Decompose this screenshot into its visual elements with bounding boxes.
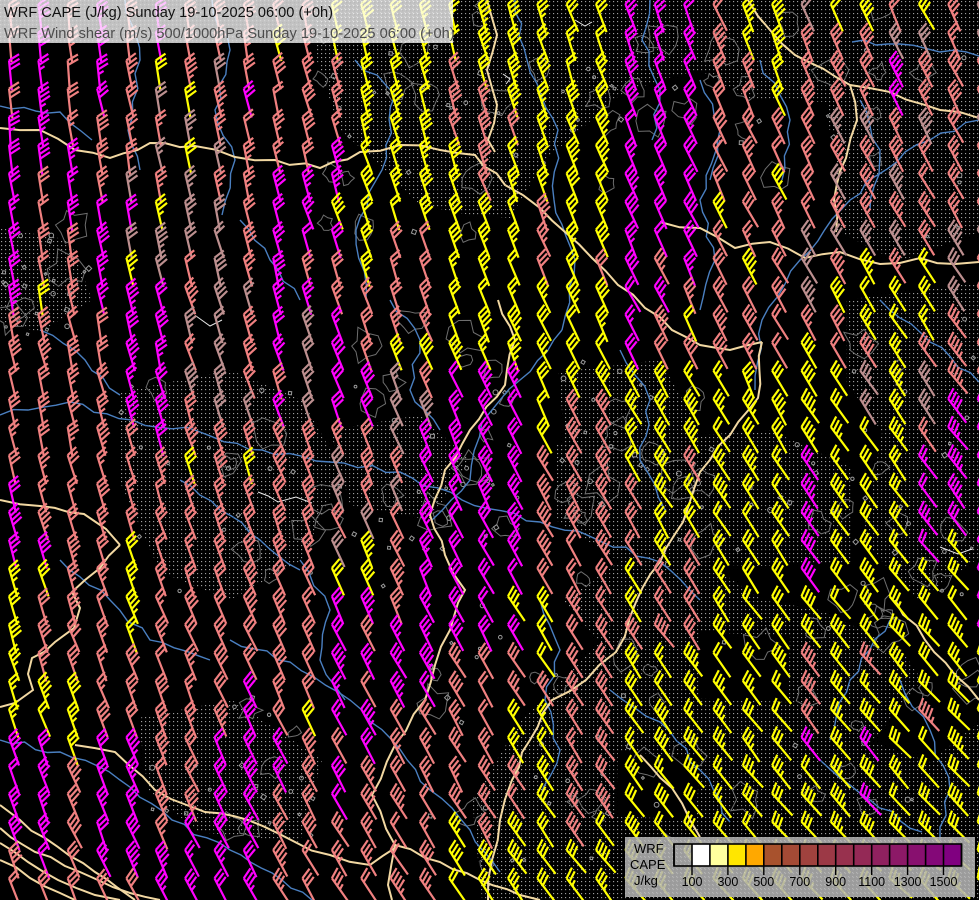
- svg-text:J/kg: J/kg: [634, 873, 658, 888]
- svg-text:CAPE: CAPE: [630, 857, 666, 872]
- svg-text:900: 900: [825, 875, 846, 889]
- svg-text:WRF CAPE (J/kg) Sunday 19-10-2: WRF CAPE (J/kg) Sunday 19-10-2025 06:00 …: [4, 5, 333, 21]
- svg-text:1500: 1500: [930, 875, 958, 889]
- svg-text:1100: 1100: [858, 875, 885, 889]
- svg-text:700: 700: [789, 875, 810, 889]
- svg-text:500: 500: [753, 875, 774, 889]
- svg-text:1300: 1300: [894, 875, 922, 889]
- svg-text:WRF: WRF: [634, 841, 664, 856]
- svg-text:WRF Wind shear (m/s) 500/1000h: WRF Wind shear (m/s) 500/1000hPa Sunday …: [4, 26, 455, 42]
- svg-text:100: 100: [682, 875, 703, 889]
- svg-text:300: 300: [717, 875, 738, 889]
